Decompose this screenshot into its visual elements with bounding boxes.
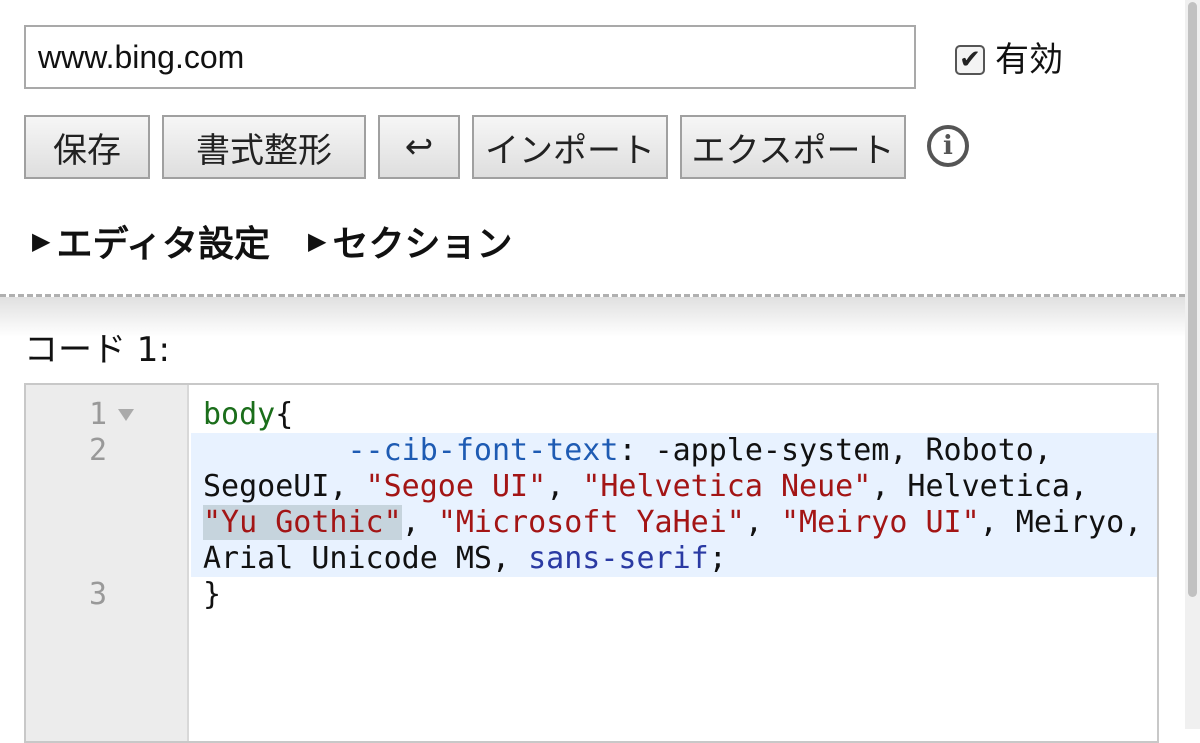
code-line-active: --cib-font-text: -apple-system, Roboto, (191, 433, 1157, 469)
code-token: : (618, 433, 655, 468)
code-line-active: "Yu Gothic", "Microsoft YaHei", "Meiryo … (191, 505, 1157, 541)
code-token: , (744, 505, 781, 540)
code-label: コード 1: (24, 330, 170, 370)
line-number: 1 (88, 397, 107, 432)
url-input[interactable] (24, 25, 916, 89)
line-number: 2 (88, 433, 107, 468)
editor-settings-toggle[interactable]: ▶ エディタ設定 (32, 218, 270, 265)
code-token: , Meiryo, (979, 505, 1143, 540)
code-token: ; (708, 541, 727, 576)
code-token: , Helvetica, (871, 469, 1089, 504)
format-button[interactable]: 書式整形 (162, 115, 366, 179)
css-keyword: sans-serif (528, 541, 709, 576)
editor-settings-label: エディタ設定 (56, 224, 270, 265)
code-token: SegoeUI, (203, 469, 366, 504)
expand-triangle-icon: ▶ (308, 227, 327, 255)
enable-toggle[interactable]: ✔ 有効 (955, 40, 1063, 80)
code-token: , (401, 505, 438, 540)
info-icon[interactable]: i (927, 125, 969, 167)
code-editor[interactable]: 1 2 3 body{ --cib-font-text: -apple-syst… (24, 383, 1159, 743)
css-selector: body (203, 397, 276, 432)
section-toggle[interactable]: ▶ セクション (308, 218, 513, 265)
wrap-toggle-button[interactable]: ↩ (378, 115, 460, 179)
save-button[interactable]: 保存 (24, 115, 150, 179)
css-property: --cib-font-text (347, 433, 619, 468)
code-token: -apple-system, Roboto, (654, 433, 1052, 468)
code-line: } (191, 577, 1157, 613)
code-line: body{ (191, 397, 1157, 433)
code-line-active: SegoeUI, "Segoe UI", "Helvetica Neue", H… (191, 469, 1157, 505)
code-token: , (546, 469, 583, 504)
line-number: 3 (88, 577, 107, 612)
code-line-active: Arial Unicode MS, sans-serif; (191, 541, 1157, 577)
enable-label: 有効 (995, 40, 1063, 80)
divider-shadow (0, 297, 1185, 337)
page-scrollbar[interactable] (1185, 0, 1200, 729)
scrollbar-thumb[interactable] (1188, 2, 1197, 597)
code-token: Arial Unicode MS, (203, 541, 529, 576)
line-number-gutter: 1 2 3 (26, 385, 189, 741)
code-token: } (203, 577, 222, 612)
css-string: "Meiryo UI" (780, 505, 980, 540)
css-string-selected: "Yu Gothic" (203, 505, 402, 540)
css-string: "Segoe UI" (365, 469, 547, 504)
code-content[interactable]: body{ --cib-font-text: -apple-system, Ro… (191, 397, 1157, 613)
export-button[interactable]: エクスポート (680, 115, 906, 179)
enable-checkbox[interactable]: ✔ (955, 45, 985, 75)
expand-triangle-icon: ▶ (32, 227, 51, 255)
css-string: "Helvetica Neue" (582, 469, 872, 504)
css-string: "Microsoft YaHei" (437, 505, 745, 540)
section-label: セクション (332, 224, 513, 265)
code-token: { (275, 397, 294, 432)
info-glyph: i (943, 131, 953, 161)
import-button[interactable]: インポート (472, 115, 668, 179)
fold-arrow-icon[interactable] (118, 409, 134, 421)
